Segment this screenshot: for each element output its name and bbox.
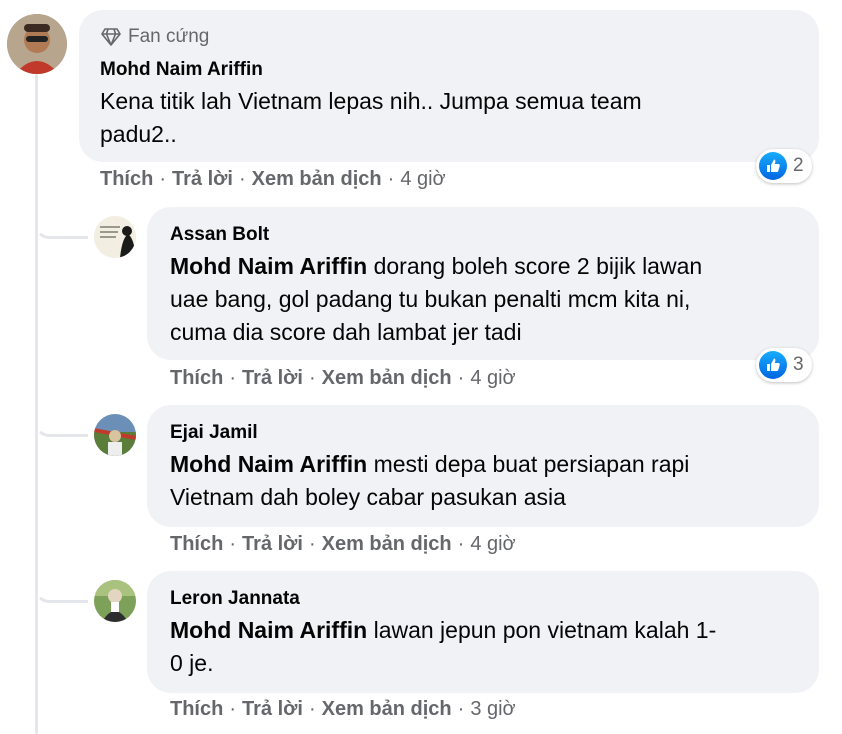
comment-text-line: padu2..: [100, 121, 177, 147]
avatar[interactable]: [94, 216, 136, 258]
like-button[interactable]: Thích: [170, 367, 223, 390]
badge-label: Fan cứng: [128, 26, 210, 47]
reaction-count[interactable]: 2: [756, 149, 812, 183]
reply-button[interactable]: Trả lời: [172, 168, 233, 191]
like-button[interactable]: Thích: [170, 698, 223, 721]
separator: ·: [229, 367, 237, 389]
mention-tag[interactable]: Mohd Naim Ariffin: [170, 451, 367, 477]
comment-text: lawan jepun pon vietnam kalah 1-: [367, 617, 717, 643]
mention-tag[interactable]: Mohd Naim Ariffin: [170, 253, 367, 279]
comment-text-line: Mohd Naim Ariffin dorang boleh score 2 b…: [170, 250, 702, 283]
mention-tag[interactable]: Mohd Naim Ariffin: [170, 617, 367, 643]
avatar[interactable]: [7, 14, 67, 74]
like-reaction-icon: [759, 351, 787, 379]
comment-actions: Thích · Trả lời · Xem bản dịch · 4 giờ: [170, 367, 516, 390]
comment-text: mesti depa buat persiapan rapi: [367, 451, 690, 477]
like-reaction-icon: [759, 152, 787, 180]
timestamp[interactable]: 4 giờ: [470, 533, 515, 556]
separator: ·: [229, 698, 237, 720]
reply-button[interactable]: Trả lời: [242, 367, 303, 390]
comment-text-line: Vietnam dah boley cabar pasukan asia: [170, 484, 566, 510]
reaction-count[interactable]: 3: [756, 348, 812, 382]
comment-actions: Thích · Trả lời · Xem bản dịch · 4 giờ: [100, 168, 446, 191]
timestamp[interactable]: 3 giờ: [470, 698, 515, 721]
comment-text-line: uae bang, gol padang tu bukan penalti mc…: [170, 286, 691, 312]
separator: ·: [229, 533, 237, 555]
separator: ·: [457, 698, 465, 720]
separator: ·: [387, 168, 395, 190]
translate-button[interactable]: Xem bản dịch: [322, 698, 452, 721]
translate-button[interactable]: Xem bản dịch: [322, 533, 452, 556]
reply-thread-line: [35, 74, 38, 734]
comment-author[interactable]: Leron Jannata: [170, 587, 300, 611]
comment-actions: Thích · Trả lời · Xem bản dịch · 3 giờ: [170, 698, 516, 721]
comment-text-line: 0 je.: [170, 650, 214, 676]
avatar[interactable]: [94, 580, 136, 622]
comment-author[interactable]: Assan Bolt: [170, 223, 269, 247]
separator: ·: [308, 533, 316, 555]
comment-text-line: Mohd Naim Ariffin mesti depa buat persia…: [170, 448, 689, 481]
reply-button[interactable]: Trả lời: [242, 533, 303, 556]
like-button[interactable]: Thích: [170, 533, 223, 556]
separator: ·: [457, 367, 465, 389]
comment-text: dorang boleh score 2 bijik lawan: [367, 253, 703, 279]
separator: ·: [308, 367, 316, 389]
reply-connector: [35, 586, 88, 603]
comment-text-line: Mohd Naim Ariffin lawan jepun pon vietna…: [170, 614, 716, 647]
reaction-number: 3: [793, 354, 804, 375]
translate-button[interactable]: Xem bản dịch: [322, 367, 452, 390]
fan-badge[interactable]: Fan cứng: [101, 26, 209, 48]
reaction-number: 2: [793, 155, 804, 176]
translate-button[interactable]: Xem bản dịch: [252, 168, 382, 191]
comment-text-line: Kena titik lah Vietnam lepas nih.. Jumpa…: [100, 88, 642, 114]
comment-text-line: cuma dia score dah lambat jer tadi: [170, 319, 522, 345]
timestamp[interactable]: 4 giờ: [400, 168, 445, 191]
diamond-icon: [101, 28, 121, 46]
reply-connector: [35, 420, 88, 437]
timestamp[interactable]: 4 giờ: [470, 367, 515, 390]
avatar[interactable]: [94, 414, 136, 456]
like-button[interactable]: Thích: [100, 168, 153, 191]
comment-actions: Thích · Trả lời · Xem bản dịch · 4 giờ: [170, 533, 516, 556]
reply-button[interactable]: Trả lời: [242, 698, 303, 721]
separator: ·: [457, 533, 465, 555]
separator: ·: [159, 168, 167, 190]
reply-connector: [35, 222, 88, 239]
comment-author[interactable]: Mohd Naim Ariffin: [100, 58, 263, 82]
comment-author[interactable]: Ejai Jamil: [170, 421, 258, 445]
separator: ·: [308, 698, 316, 720]
separator: ·: [238, 168, 246, 190]
